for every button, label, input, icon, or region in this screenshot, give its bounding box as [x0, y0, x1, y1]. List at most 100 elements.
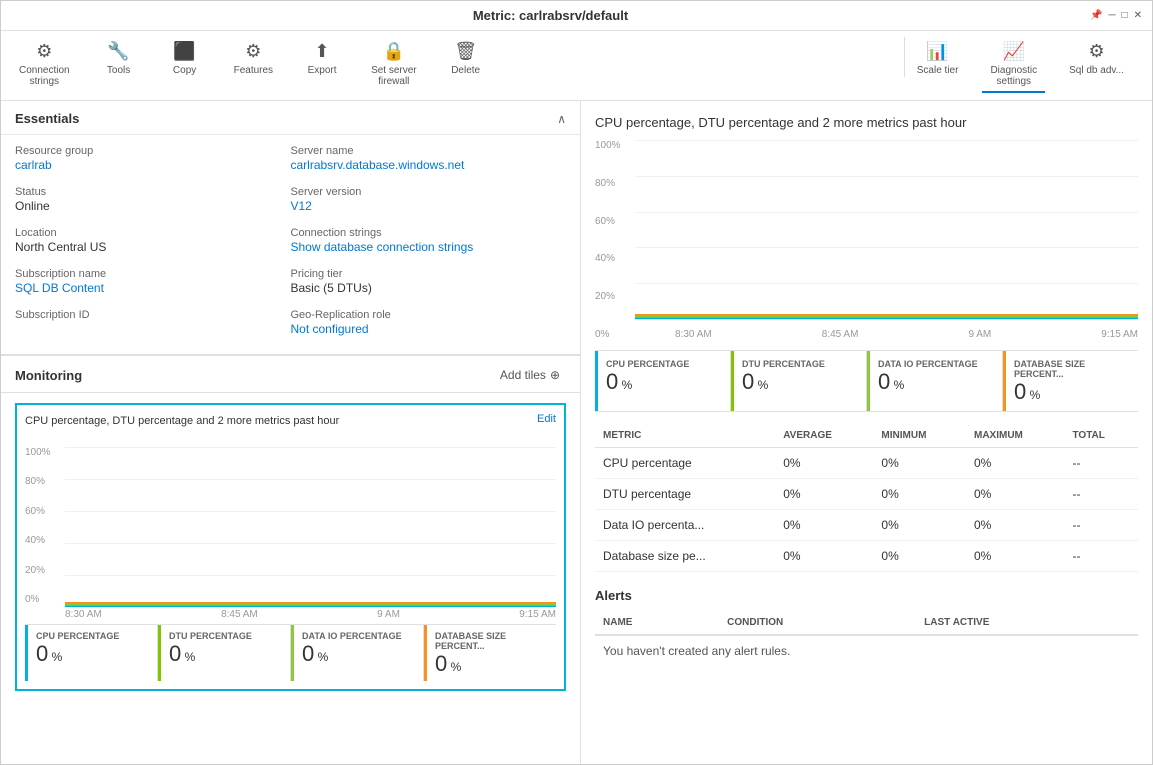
row4-total: -- — [1064, 541, 1138, 572]
minimize-icon[interactable]: ─ — [1108, 10, 1115, 21]
right-dtu-value: 0 — [742, 369, 754, 394]
right-db-size-value: 0 — [1014, 379, 1026, 404]
metric-tile-dtu[interactable]: DTU PERCENTAGE 0 % — [158, 625, 291, 681]
advisor-icon: ⚙ — [1089, 41, 1105, 62]
toolbar-right: 📊 Scale tier 📈 Diagnosticsettings ⚙ Sql … — [909, 37, 1142, 93]
right-metric-tile-data-io[interactable]: DATA IO PERCENTAGE 0 % — [867, 351, 1003, 411]
right-cpu-unit: % — [622, 378, 633, 392]
toolbar-export[interactable]: ⬆ Export — [297, 37, 347, 91]
row4-minimum: 0% — [873, 541, 966, 572]
chart-tile: Edit CPU percentage, DTU percentage and … — [15, 403, 566, 691]
grid-line — [635, 283, 1138, 284]
metric-dtu-value-row: 0 % — [169, 643, 282, 665]
pin-icon[interactable]: 📌 — [1090, 10, 1102, 21]
collapse-icon[interactable]: ∧ — [557, 112, 566, 126]
toolbar-features[interactable]: ⚙ Features — [226, 37, 281, 91]
toolbar-connection-strings[interactable]: ⚙ Connectionstrings — [11, 37, 78, 91]
metric-cpu-value-row: 0 % — [36, 643, 149, 665]
x-axis-labels-left: 8:30 AM 8:45 AM 9 AM 9:15 AM — [25, 609, 556, 620]
toolbar-scale[interactable]: 📊 Scale tier — [909, 37, 967, 93]
toolbar-left: ⚙ Connectionstrings 🔧 Tools ⬛ Copy ⚙ Fea… — [11, 37, 900, 91]
metrics-table: METRIC AVERAGE MINIMUM MAXIMUM TOTAL CPU… — [595, 424, 1138, 572]
right-metric-tile-dtu[interactable]: DTU PERCENTAGE 0 % — [731, 351, 867, 411]
right-x-axis: 8:30 AM 8:45 AM 9 AM 9:15 AM — [635, 329, 1138, 340]
row2-metric: DTU percentage — [595, 479, 775, 510]
subscription-name-label: Subscription name — [15, 268, 291, 280]
toolbar-copy[interactable]: ⬛ Copy — [160, 37, 210, 91]
right-y-axis: 100% 80% 60% 40% 20% 0% — [595, 140, 635, 340]
right-dtu-unit: % — [758, 378, 769, 392]
status-field: Status Online — [15, 186, 291, 213]
row1-average: 0% — [775, 448, 873, 479]
toolbar-tools[interactable]: 🔧 Tools — [94, 37, 144, 91]
right-data-io-name: DATA IO PERCENTAGE — [878, 359, 994, 369]
location-label: Location — [15, 227, 291, 239]
geo-replication-label: Geo-Replication role — [291, 309, 567, 321]
connection-strings-label: Connection strings — [291, 227, 567, 239]
row3-average: 0% — [775, 510, 873, 541]
right-metric-tile-cpu[interactable]: CPU PERCENTAGE 0 % — [595, 351, 731, 411]
resource-group-value[interactable]: carlrab — [15, 158, 291, 172]
row1-metric: CPU percentage — [595, 448, 775, 479]
metric-dtu-name: DTU PERCENTAGE — [169, 631, 282, 641]
grid-line — [635, 247, 1138, 248]
monitoring-title: Monitoring — [15, 368, 82, 383]
server-name-value[interactable]: carlrabsrv.database.windows.net — [291, 158, 567, 172]
features-icon: ⚙ — [245, 41, 261, 62]
metric-tile-cpu[interactable]: CPU PERCENTAGE 0 % — [25, 625, 158, 681]
alerts-section: Alerts NAME CONDITION LAST ACTIVE You ha… — [595, 588, 1138, 666]
right-db-size-line — [635, 314, 1138, 316]
toolbar-diagnostic[interactable]: 📈 Diagnosticsettings — [982, 37, 1045, 93]
metric-dtu-unit: % — [185, 650, 196, 664]
subscription-id-field: Subscription ID — [15, 309, 291, 322]
main-window: Metric: carlrabsrv/default 📌 ─ □ ✕ ⚙ Con… — [0, 0, 1153, 765]
alerts-col-last-active: LAST ACTIVE — [916, 611, 1138, 635]
metric-db-size-name: DATABASE SIZE PERCENT... — [435, 631, 548, 651]
col-average: AVERAGE — [775, 424, 873, 448]
main-layout: Essentials ∧ Resource group carlrab Stat… — [1, 101, 1152, 764]
alerts-col-condition: CONDITION — [719, 611, 916, 635]
title-bar: Metric: carlrabsrv/default 📌 ─ □ ✕ — [1, 1, 1152, 31]
table-row: DTU percentage 0% 0% 0% -- — [595, 479, 1138, 510]
grid-line — [65, 543, 556, 544]
status-value: Online — [15, 199, 291, 213]
connection-strings-value[interactable]: Show database connection strings — [291, 240, 567, 254]
right-metric-tile-db-size[interactable]: DATABASE SIZE PERCENT... 0 % — [1003, 351, 1138, 411]
metric-tiles-left: CPU PERCENTAGE 0 % DTU PERCENTAGE 0 % — [25, 624, 556, 681]
add-tiles-button[interactable]: Add tiles ⊕ — [494, 366, 566, 384]
essentials-grid: Resource group carlrab Status Online Loc… — [1, 135, 580, 354]
firewall-icon: 🔒 — [383, 41, 405, 62]
metric-tile-db-size[interactable]: DATABASE SIZE PERCENT... 0 % — [424, 625, 556, 681]
grid-line — [635, 176, 1138, 177]
chart-title-left: CPU percentage, DTU percentage and 2 mor… — [25, 415, 339, 427]
server-name-field: Server name carlrabsrv.database.windows.… — [291, 145, 567, 172]
location-value: North Central US — [15, 240, 291, 254]
metric-data-io-unit: % — [318, 650, 329, 664]
subscription-name-value[interactable]: SQL DB Content — [15, 281, 291, 295]
status-label: Status — [15, 186, 291, 198]
metrics-table-head: METRIC AVERAGE MINIMUM MAXIMUM TOTAL — [595, 424, 1138, 448]
close-icon[interactable]: ✕ — [1134, 10, 1142, 21]
metric-tile-data-io[interactable]: DATA IO PERCENTAGE 0 % — [291, 625, 424, 681]
essentials-title: Essentials — [15, 111, 79, 126]
row1-minimum: 0% — [873, 448, 966, 479]
chart-area-left: 100% 80% 60% 40% 20% 0% — [25, 447, 556, 607]
grid-line — [635, 212, 1138, 213]
title-bar-icons: 📌 ─ □ ✕ — [1090, 10, 1142, 21]
metric-cpu-unit: % — [52, 650, 63, 664]
metric-db-size-unit: % — [451, 660, 462, 674]
maximize-icon[interactable]: □ — [1122, 10, 1128, 21]
geo-replication-value[interactable]: Not configured — [291, 322, 567, 336]
subscription-name-field: Subscription name SQL DB Content — [15, 268, 291, 295]
toolbar-set-server-firewall[interactable]: 🔒 Set serverfirewall — [363, 37, 425, 91]
edit-link[interactable]: Edit — [537, 413, 556, 425]
toolbar-delete[interactable]: 🗑 Delete — [441, 37, 491, 91]
copy-icon: ⬛ — [173, 41, 195, 62]
right-chart-plot — [635, 140, 1138, 320]
toolbar-separator — [904, 37, 905, 77]
server-version-value[interactable]: V12 — [291, 199, 567, 213]
resource-group-label: Resource group — [15, 145, 291, 157]
toolbar-advisor[interactable]: ⚙ Sql db adv... — [1061, 37, 1132, 93]
metric-db-size-value: 0 — [435, 651, 447, 676]
add-icon: ⊕ — [550, 368, 560, 382]
